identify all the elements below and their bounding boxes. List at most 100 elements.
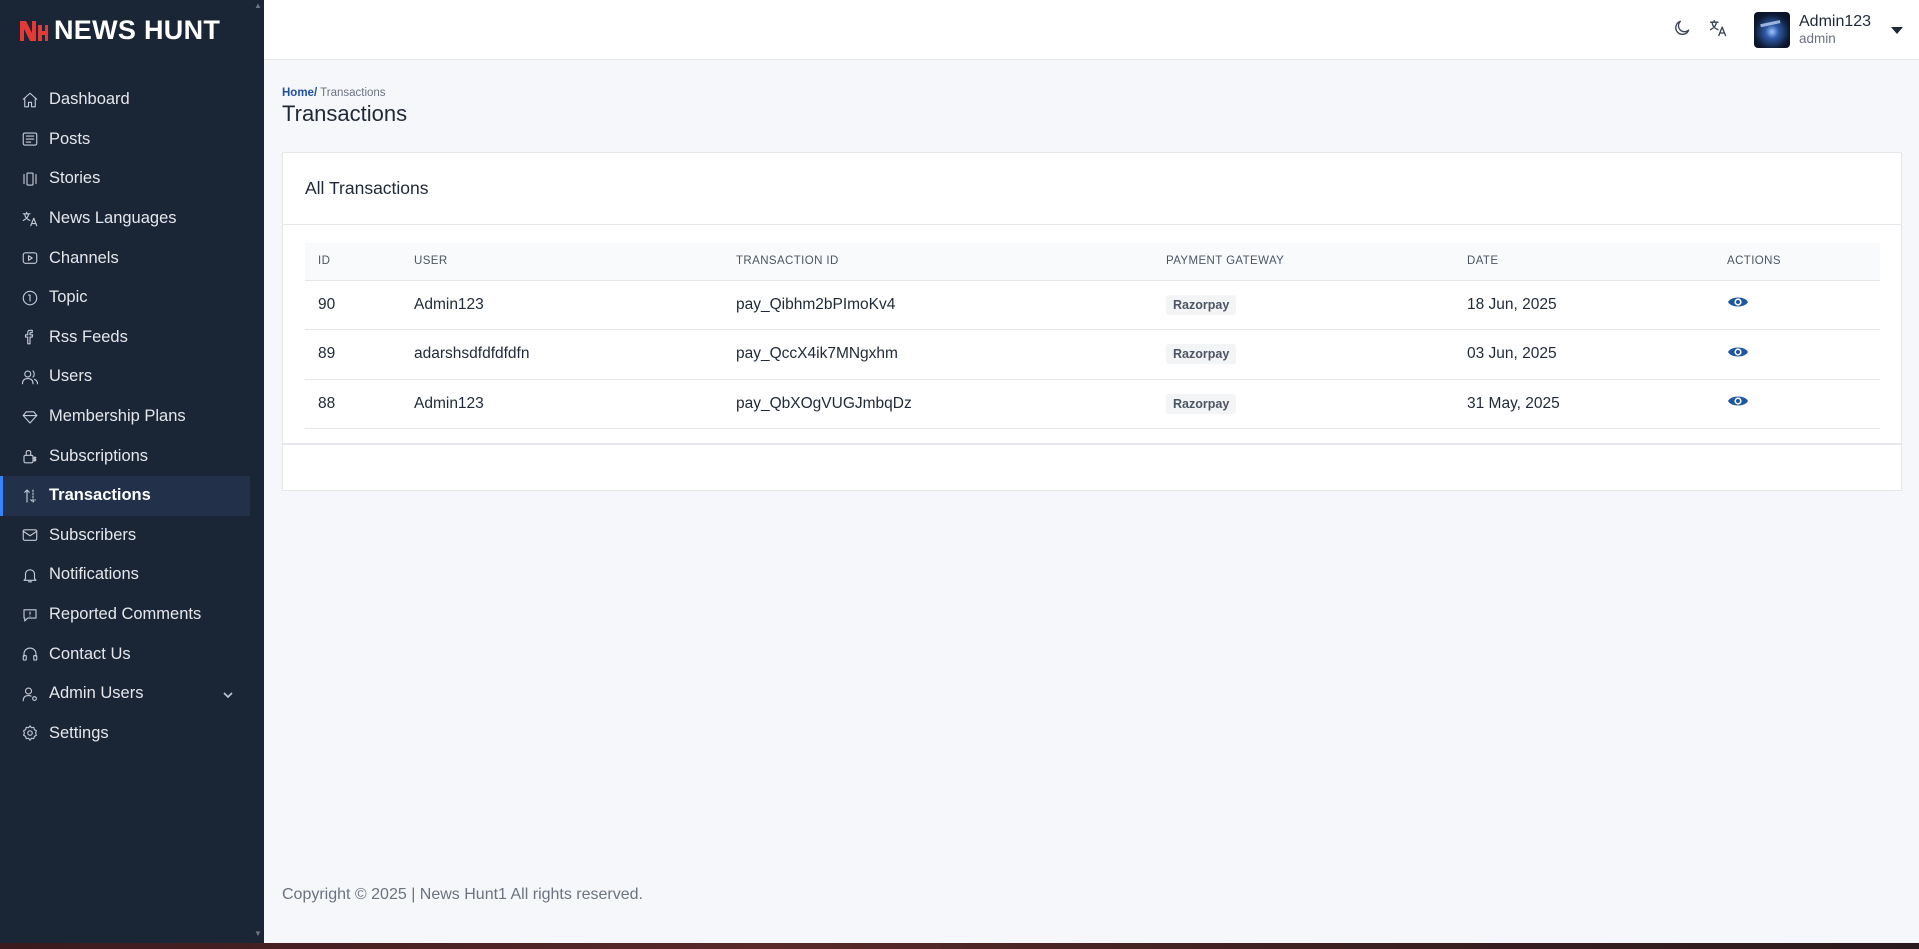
view-button[interactable] [1727,344,1749,360]
sidebar-item-label: Posts [49,129,91,148]
sidebar-item-admin-users[interactable]: Admin Users [0,674,250,714]
user-gear-icon [20,684,40,704]
transactions-table-wrapper: ID USER TRANSACTION ID PAYMENT GATEWAY D… [305,243,1880,429]
sidebar-item-label: Topic [49,288,88,307]
bell-icon [20,565,40,585]
sidebar-item-news-languages[interactable]: News Languages [0,199,250,239]
column-header-id[interactable]: ID [305,243,401,281]
card-footer [283,443,1901,491]
cell-id: 90 [305,280,401,330]
breadcrumb-current: Transactions [317,87,386,99]
column-header-actions: ACTIONS [1714,243,1880,281]
chevron-down-icon[interactable] [222,687,234,706]
view-button[interactable] [1727,294,1749,310]
card-header: All Transactions [283,153,1901,225]
cell-id: 89 [305,329,401,380]
moon-icon [1672,18,1692,43]
sidebar-item-transactions[interactable]: Transactions [0,475,250,516]
gear-icon [20,723,40,743]
sidebar-item-subscriptions[interactable]: Subscriptions [0,436,250,476]
sidebar-item-label: Channels [49,248,119,267]
brand-name: NEWS HUNT [54,14,221,45]
sidebar-nav: Dashboard Posts Stories News Languages C… [0,80,264,753]
sidebar-item-posts[interactable]: Posts [0,120,250,160]
sidebar-item-stories[interactable]: Stories [0,159,250,199]
newspaper-icon [20,129,40,149]
table-header-row: ID USER TRANSACTION ID PAYMENT GATEWAY D… [305,243,1880,281]
table-row: 88 Admin123 pay_QbXOgVUGJmbqDz Razorpay … [305,379,1880,429]
sidebar-item-notifications[interactable]: Notifications [0,555,250,595]
page-title: Transactions [282,101,408,126]
play-square-icon [20,248,40,268]
table-row: 89 adarshsdfdfdfdfn pay_QccX4ik7MNgxhm R… [305,329,1880,380]
breadcrumb-home-link[interactable]: Home/ [282,87,317,99]
column-header-date[interactable]: DATE [1454,243,1714,281]
eye-icon [1728,297,1748,307]
cell-transaction-id: pay_Qibhm2bPImoKv4 [723,280,1153,330]
sidebar-item-label: Transactions [49,486,151,505]
sidebar-item-membership-plans[interactable]: Membership Plans [0,397,250,437]
gateway-badge: Razorpay [1166,393,1237,414]
sidebar-item-label: Reported Comments [49,605,202,624]
sidebar-item-settings[interactable]: Settings [0,714,250,754]
gateway-badge: Razorpay [1166,344,1237,365]
cell-actions [1714,280,1880,330]
brand[interactable]: NEWS HUNT [0,0,264,60]
lock-dollar-icon [20,446,40,466]
info-circle-icon [20,288,40,308]
diamond-icon [20,407,40,427]
scroll-down-arrow-icon[interactable]: ▼ [254,930,262,938]
cell-id: 88 [305,379,401,429]
sidebar-item-label: Subscriptions [49,446,149,465]
brand-logo[interactable]: NEWS HUNT [18,15,220,46]
alert-message-icon [20,605,40,625]
arrows-updown-icon [20,486,40,506]
sidebar-item-label: Users [49,367,93,386]
cell-gateway: Razorpay [1153,280,1454,330]
transactions-table: ID USER TRANSACTION ID PAYMENT GATEWAY D… [305,243,1880,429]
users-icon [20,367,40,387]
sidebar-item-label: Dashboard [49,90,130,109]
cell-transaction-id: pay_QbXOgVUGJmbqDz [723,379,1153,429]
theme-toggle-button[interactable] [1670,18,1694,42]
cell-date: 03 Jun, 2025 [1454,329,1714,380]
cell-date: 31 May, 2025 [1454,379,1714,429]
caret-down-icon[interactable] [1891,26,1904,34]
cell-actions [1714,329,1880,380]
headset-icon [20,644,40,664]
cell-transaction-id: pay_QccX4ik7MNgxhm [723,329,1153,380]
translate-icon [1708,18,1728,43]
column-header-payment-gateway[interactable]: PAYMENT GATEWAY [1153,243,1454,281]
column-header-user[interactable]: USER [401,243,723,281]
transactions-card: All Transactions ID USER TRANSACTION ID … [282,152,1902,491]
breadcrumb: Home/ Transactions [282,87,386,99]
translate-icon [20,209,40,229]
column-header-transaction-id[interactable]: TRANSACTION ID [723,243,1153,281]
view-button[interactable] [1727,393,1749,409]
sidebar-item-channels[interactable]: Channels [0,238,250,278]
scroll-up-arrow-icon[interactable]: ▲ [254,2,262,10]
stories-icon [20,169,40,189]
table-row: 90 Admin123 pay_Qibhm2bPImoKv4 Razorpay … [305,280,1880,330]
language-button[interactable] [1706,18,1730,42]
sidebar-item-topic[interactable]: Topic [0,278,250,318]
card-title: All Transactions [305,178,429,198]
sidebar-item-users[interactable]: Users [0,357,250,397]
home-icon [20,90,40,110]
sidebar-item-label: Membership Plans [49,407,186,426]
top-bar: Admin123 admin [264,0,1919,60]
sidebar-item-rss-feeds[interactable]: Rss Feeds [0,318,250,358]
sidebar-item-label: Contact Us [49,644,131,663]
sidebar-item-label: Admin Users [49,684,144,703]
user-name: Admin123 [1799,12,1872,30]
mail-icon [20,525,40,545]
sidebar-item-reported-comments[interactable]: Reported Comments [0,595,250,635]
sidebar-item-label: Stories [49,169,101,188]
sidebar-item-dashboard[interactable]: Dashboard [0,80,250,120]
sidebar-item-contact-us[interactable]: Contact Us [0,634,250,674]
page-footer: Copyright © 2025 | News Hunt1 All rights… [282,886,643,903]
rss-icon [20,327,40,347]
cell-user: adarshsdfdfdfdfn [401,329,723,380]
sidebar-item-subscribers[interactable]: Subscribers [0,516,250,556]
user-menu[interactable]: Admin123 admin [1754,10,1904,50]
